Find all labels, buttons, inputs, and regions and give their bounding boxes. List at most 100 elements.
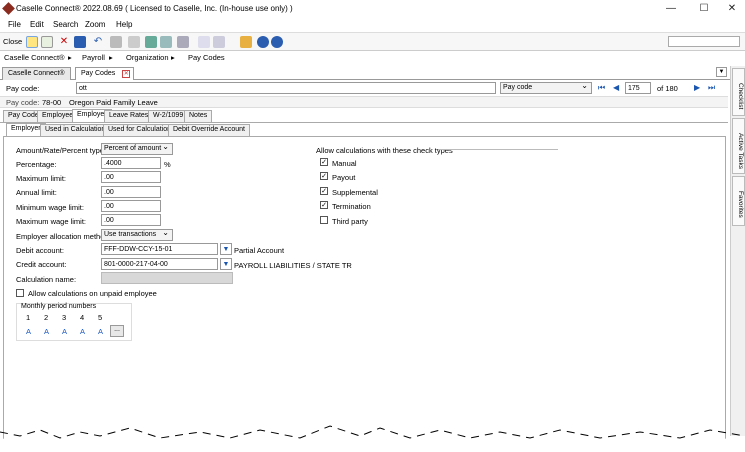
previous-record-icon[interactable]: ◀ [613,83,619,92]
record-number-input[interactable] [625,82,651,94]
unpaid-employee-label: Allow calculations on unpaid employee [28,289,157,298]
minimize-button[interactable]: — [660,2,682,16]
tab-notes[interactable]: Notes [184,110,213,122]
check-types-title: Allow calculations with these check type… [316,146,453,155]
amount-type-select[interactable]: Percent of amount [101,142,173,155]
breadcrumb-organization[interactable]: Organization [126,53,169,62]
close-window-button[interactable]: ✕ [721,2,743,16]
calculation-name-label: Calculation name: [16,275,77,284]
calculation-name-field [101,272,233,284]
month-value[interactable]: A [62,327,67,336]
unpaid-employee-checkbox[interactable] [16,289,24,297]
quick-search-input[interactable] [668,36,740,47]
delete-icon[interactable]: ✕ [58,36,70,48]
side-tab-active-tasks[interactable]: Active Tasks [732,118,745,174]
breadcrumb-separator: ▸ [171,53,175,62]
payout-checkbox[interactable]: ✓ [320,172,328,180]
menu-edit[interactable]: Edit [30,20,44,29]
edit-icon[interactable] [26,36,38,48]
title-bar: Caselle Connect® 2022.08.69 ( Licensed t… [0,0,745,18]
search-field-select[interactable]: Pay code [500,81,592,94]
menu-bar: File Edit Search Zoom Help [0,18,745,32]
annual-limit-input[interactable] [101,186,161,198]
document-icon[interactable] [198,36,210,48]
debit-account-dropdown-icon[interactable]: ▼ [220,243,232,255]
debit-account-label: Debit account: [16,246,64,255]
month-number: 3 [62,313,67,322]
payout-label: Payout [332,173,356,182]
tab-pay-codes-label: Pay Codes [81,70,116,77]
save-icon[interactable] [74,36,86,48]
max-limit-input[interactable] [101,171,161,183]
max-wage-label: Maximum wage limit: [16,217,87,226]
side-panel: Checklist Active Tasks Favorites [730,66,745,436]
monthly-period-title: Monthly period numbers [21,303,97,310]
new-icon[interactable] [41,36,53,48]
menu-help[interactable]: Help [116,20,132,29]
subtab-debit-override-account[interactable]: Debit Override Account [168,124,250,136]
tab-menu-dropdown[interactable]: ▼ [716,67,727,77]
maximize-button[interactable]: ☐ [693,2,715,16]
search-label: Pay code: [6,84,40,93]
close-tab-icon[interactable]: ✕ [122,70,131,78]
month-value[interactable]: A [26,327,31,336]
first-record-icon[interactable]: ⏮ [598,83,605,93]
max-limit-label: Maximum limit: [16,174,66,183]
credit-account-input[interactable] [101,258,218,270]
undo-icon[interactable]: ↶ [92,36,104,48]
annual-limit-label: Annual limit: [16,188,57,197]
breadcrumb-payroll[interactable]: Payroll [82,53,105,62]
lock-icon[interactable] [240,36,252,48]
info-icon[interactable] [271,36,283,48]
debit-account-description: Partial Account [234,246,285,255]
tab-caselle-connect[interactable]: Caselle Connect® [2,67,71,80]
close-toolbar-button[interactable]: Close [3,37,22,46]
side-tab-checklist[interactable]: Checklist [732,68,745,116]
month-value[interactable]: A [80,327,85,336]
last-record-icon[interactable]: ⏭ [708,83,715,93]
credit-account-dropdown-icon[interactable]: ▼ [220,258,232,270]
termination-checkbox[interactable]: ✓ [320,201,328,209]
third-party-checkbox[interactable] [320,216,328,224]
grid-icon[interactable] [110,36,122,48]
credit-account-description: PAYROLL LIABILITIES / STATE TR [234,261,352,270]
subtab-used-for-calculation[interactable]: Used for Calculation [103,124,177,136]
menu-file[interactable]: File [8,20,21,29]
tab-divider [0,122,728,123]
termination-label: Termination [332,202,371,211]
list-icon[interactable] [177,36,189,48]
month-value[interactable]: A [98,327,103,336]
menu-search[interactable]: Search [53,20,78,29]
tab-w2-1099[interactable]: W-2/1099 [148,110,189,122]
tab-pay-codes[interactable]: Pay Codes ✕ [75,67,135,80]
menu-zoom[interactable]: Zoom [85,20,105,29]
app-logo-icon [2,2,15,15]
breadcrumb-home[interactable]: Caselle Connect® [4,53,65,62]
max-wage-input[interactable] [101,214,161,226]
month-value[interactable]: A [44,327,49,336]
print-icon[interactable] [128,36,140,48]
more-months-button[interactable]: ... [110,325,124,337]
record-code-label: Pay code: [6,98,40,107]
next-record-icon[interactable]: ▶ [694,83,700,92]
tab-leave-rates[interactable]: Leave Rates [104,110,154,122]
breadcrumb-separator: ▸ [68,53,72,62]
help-icon[interactable] [257,36,269,48]
copy-icon[interactable] [145,36,157,48]
pay-code-search-input[interactable] [76,82,496,94]
document-tab-bar: Caselle Connect® Pay Codes ✕ ▼ [0,66,730,80]
manual-checkbox[interactable]: ✓ [320,158,328,166]
window-icon[interactable] [213,36,225,48]
export-icon[interactable] [160,36,172,48]
month-number: 2 [44,313,49,322]
amount-type-label: Amount/Rate/Percent type: [16,146,107,155]
min-wage-input[interactable] [101,200,161,212]
allocation-method-select[interactable]: Use transactions [101,228,173,241]
breadcrumb-pay-codes[interactable]: Pay Codes [188,53,225,62]
main-content: Pay code: Pay code ⏮ ◀ of 180 ▶ ⏭ Pay co… [0,80,728,452]
supplemental-label: Supplemental [332,188,378,197]
side-tab-favorites[interactable]: Favorites [732,176,745,226]
percentage-input[interactable] [101,157,161,169]
debit-account-input[interactable] [101,243,218,255]
supplemental-checkbox[interactable]: ✓ [320,187,328,195]
